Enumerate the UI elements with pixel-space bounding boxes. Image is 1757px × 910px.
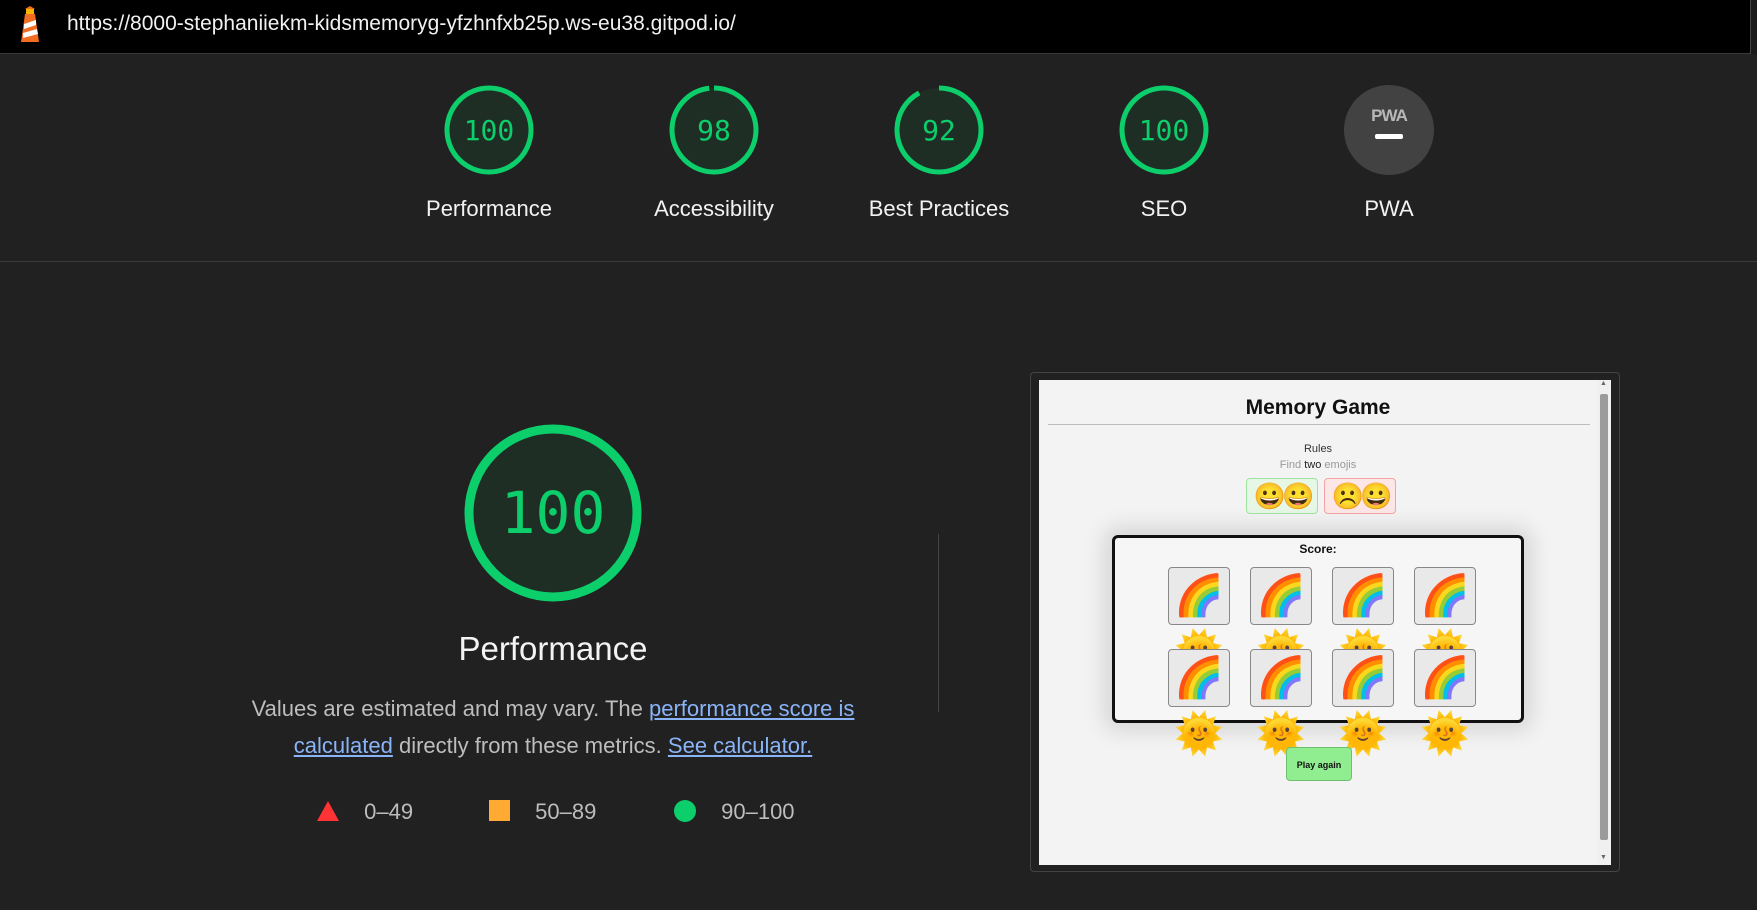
gauge-seo-label: SEO [1140, 196, 1188, 221]
gauge-accessibility-score: 98 [697, 114, 731, 147]
scroll-down-icon[interactable]: ▼ [1600, 854, 1607, 861]
play-again-button[interactable]: Play again [1286, 747, 1352, 781]
circle-icon [674, 800, 696, 822]
card[interactable]: 🌈🌞 [1168, 649, 1230, 756]
triangle-icon [317, 801, 339, 821]
gauge-pwa-label: PWA [1364, 196, 1414, 221]
desc-text-1: Values are estimated and may vary. The [251, 696, 649, 721]
card[interactable]: 🌈🌞 [1332, 649, 1394, 756]
pwa-badge-icon: PWA [1344, 85, 1434, 175]
performance-description: Values are estimated and may vary. The p… [230, 690, 876, 764]
bad-example-emojis: ☹️😀 [1324, 478, 1396, 514]
performance-title: Performance [458, 630, 648, 667]
good-example-emojis: 😀😀 [1246, 478, 1318, 514]
url-bar: https://8000-stephaniiekm-kidsmemoryg-yf… [0, 0, 1757, 54]
card[interactable]: 🌈🌞 [1168, 567, 1230, 674]
lighthouse-icon [21, 6, 39, 42]
card[interactable]: 🌈🌞 [1332, 567, 1394, 674]
title-divider [1048, 424, 1590, 425]
see-calculator-link[interactable]: See calculator. [668, 733, 812, 758]
gauge-seo[interactable]: 100 SEO [1064, 84, 1264, 222]
gauge-accessibility-label: Accessibility [654, 196, 774, 221]
card[interactable]: 🌈🌞 [1250, 567, 1312, 674]
legend-fail: 0–49 [316, 799, 413, 825]
gauge-accessibility-ring: 98 [669, 85, 759, 175]
card[interactable]: 🌈🌞 [1414, 567, 1476, 674]
gauge-seo-score: 100 [1139, 114, 1190, 147]
gauge-seo-ring: 100 [1119, 85, 1209, 175]
gauge-best-practices-ring: 92 [894, 85, 984, 175]
gauge-performance-label: Performance [426, 196, 552, 221]
url-text[interactable]: https://8000-stephaniiekm-kidsmemoryg-yf… [67, 12, 736, 36]
final-screenshot[interactable]: Memory Game Rules Find two emojis 😀😀 ☹️😀… [1039, 380, 1611, 865]
scroll-thumb[interactable] [1600, 394, 1608, 840]
gauge-best-practices-score: 92 [922, 114, 956, 147]
score-label: Score: [1299, 542, 1337, 556]
performance-gauge-large: 100 [220, 420, 886, 606]
divider [938, 534, 939, 712]
square-icon [489, 800, 510, 821]
gauge-pwa[interactable]: PWA PWA [1289, 84, 1489, 222]
gauge-performance-ring: 100 [444, 85, 534, 175]
rules-text: Find two emojis [1279, 459, 1357, 471]
gauge-performance-score: 100 [464, 114, 515, 147]
gauge-best-practices[interactable]: 92 Best Practices [839, 84, 1039, 222]
pwa-badge-text: PWA [1371, 106, 1407, 125]
performance-score-large: 100 [501, 479, 606, 547]
final-screenshot-frame: Memory Game Rules Find two emojis 😀😀 ☹️😀… [1030, 372, 1620, 872]
game-board: Score: 🌈🌞 🌈🌞 🌈🌞 🌈🌞 🌈🌞 🌈🌞 🌈🌞 🌈🌞 [1112, 535, 1524, 756]
card[interactable]: 🌈🌞 [1250, 649, 1312, 756]
legend-pass: 90–100 [673, 799, 795, 825]
scrollbar[interactable] [1750, 0, 1757, 54]
screenshot-scrollbar[interactable]: ▲ ▼ [1597, 380, 1611, 865]
game-title: Memory Game [1245, 396, 1391, 419]
legend-average: 50–89 [489, 799, 596, 825]
gauge-accessibility[interactable]: 98 Accessibility [614, 84, 814, 222]
gauge-best-practices-label: Best Practices [868, 196, 1010, 221]
card[interactable]: 🌈🌞 [1414, 649, 1476, 756]
desc-text-2: directly from these metrics. [392, 733, 668, 758]
performance-ring-large: 100 [464, 424, 642, 602]
rules-label: Rules [1303, 443, 1333, 455]
gauge-performance[interactable]: 100 Performance [389, 84, 589, 222]
score-summary: 100 Performance 98 Accessibility 92 Best… [0, 54, 1757, 262]
scroll-up-icon[interactable]: ▲ [1600, 380, 1607, 387]
